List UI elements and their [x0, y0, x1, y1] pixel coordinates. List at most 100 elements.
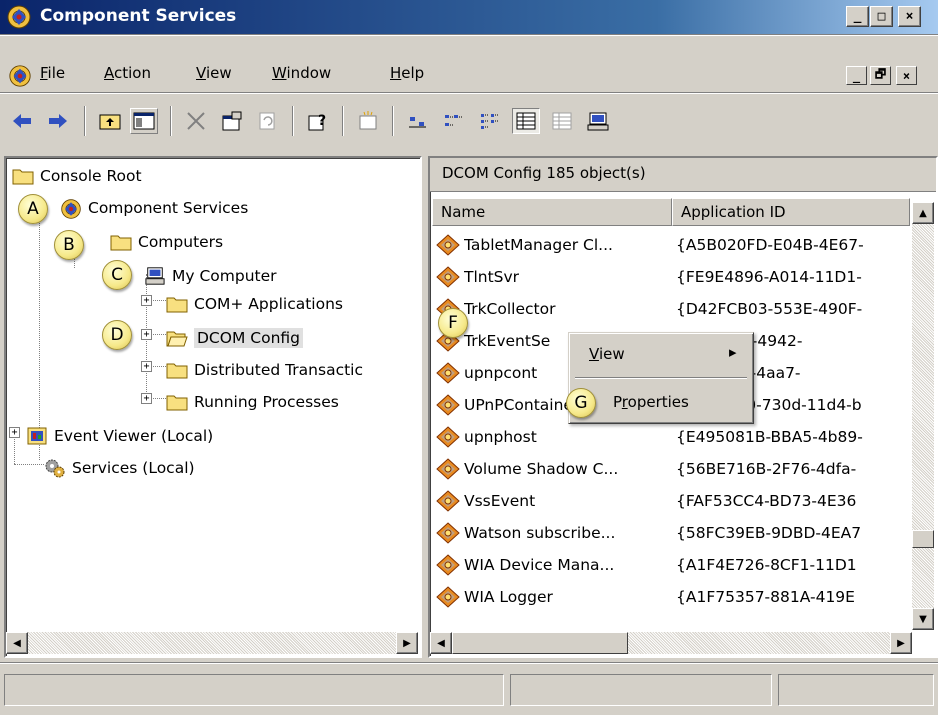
list-cell-application-id: {56BE716B-2F76-4dfa- [676, 460, 857, 478]
tree-item-label: Event Viewer (Local) [54, 427, 214, 445]
menu-file-label: ile [47, 64, 66, 82]
tree-item-component-services[interactable]: Component Services [60, 194, 248, 222]
scroll-right-button[interactable]: ▶ [890, 632, 912, 654]
minimize-button[interactable]: _ [846, 6, 869, 27]
tree-item-label: DCOM Config [194, 328, 303, 348]
menu-help-accel: H [390, 64, 402, 82]
event-viewer-icon [26, 426, 48, 446]
component-services-icon[interactable] [8, 64, 32, 88]
tree-item-running-processes[interactable]: Running Processes [166, 388, 339, 416]
detail-view-icon[interactable] [512, 108, 540, 134]
tree-item-event-viewer[interactable]: Event Viewer (Local) [26, 422, 213, 450]
large-icons-icon[interactable] [404, 108, 432, 134]
list-row[interactable]: TrkCollector {D42FCB03-553E-490F- [436, 294, 916, 324]
list-row[interactable]: Volume Shadow C... {56BE716B-2F76-4dfa- [436, 454, 916, 484]
help-icon[interactable]: ? [304, 108, 332, 134]
expand-icon[interactable]: + [141, 361, 152, 372]
expand-icon[interactable]: + [9, 427, 20, 438]
scroll-down-button[interactable]: ▼ [912, 608, 934, 630]
new-window-icon[interactable] [354, 108, 382, 134]
expand-icon[interactable]: + [141, 393, 152, 404]
tree-item-computers[interactable]: Computers [110, 228, 223, 256]
folder-icon [12, 166, 34, 186]
list-cell-application-id: {D42FCB03-553E-490F- [676, 300, 863, 318]
tree-item-distributed-transaction[interactable]: Distributed Transactic [166, 356, 363, 384]
tree-item-dcom-config[interactable]: DCOM Config [166, 324, 303, 352]
list-header-bar: DCOM Config 185 object(s) [430, 158, 936, 192]
toolbar: ? [0, 96, 938, 146]
context-view-accel: V [589, 345, 599, 363]
menu-file[interactable]: File [40, 64, 65, 82]
list-row[interactable]: upnphost {E495081B-BBA5-4b89- [436, 422, 916, 452]
callout-f: F [438, 308, 468, 338]
expand-icon[interactable]: + [141, 295, 152, 306]
dcom-component-icon [436, 554, 460, 576]
list-view-icon[interactable] [476, 108, 504, 134]
menu-action-accel: A [104, 64, 114, 82]
context-menu-view[interactable]: View [589, 345, 625, 363]
up-folder-icon[interactable] [96, 108, 124, 134]
divider [0, 34, 938, 36]
mdi-close-button[interactable]: × [896, 66, 917, 85]
folder-icon [166, 360, 188, 380]
list-row[interactable]: TlntSvr {FE9E4896-A014-11D1- [436, 262, 916, 292]
list-row[interactable]: Watson subscribe... {58FC39EB-9DBD-4EA7 [436, 518, 916, 548]
menu-window[interactable]: Window [272, 64, 331, 82]
column-header-application-id[interactable]: Application ID [672, 198, 910, 226]
callout-d: D [102, 320, 132, 350]
list-row[interactable]: VssEvent {FAF53CC4-BD73-4E36 [436, 486, 916, 516]
context-menu-properties[interactable]: Properties [613, 393, 689, 411]
horizontal-scroll-track[interactable] [28, 632, 396, 654]
dcom-component-icon [436, 490, 460, 512]
expand-icon[interactable]: + [141, 329, 152, 340]
computer-icon[interactable] [584, 108, 612, 134]
horizontal-scroll-thumb[interactable] [452, 632, 628, 654]
delete-icon[interactable] [182, 108, 210, 134]
maximize-button[interactable]: □ [870, 6, 893, 27]
scroll-left-button[interactable]: ◀ [6, 632, 28, 654]
scroll-right-button[interactable]: ▶ [396, 632, 418, 654]
close-button[interactable]: × [898, 6, 921, 27]
menu-window-label: indow [286, 64, 332, 82]
list-row[interactable]: TabletManager Cl... {A5B020FD-E04B-4E67- [436, 230, 916, 260]
scroll-left-button[interactable]: ◀ [430, 632, 452, 654]
folder-icon [110, 232, 132, 252]
scroll-up-button[interactable]: ▲ [912, 202, 934, 224]
menu-action[interactable]: Action [104, 64, 151, 82]
forward-arrow-icon[interactable] [44, 108, 72, 134]
mdi-restore-button[interactable]: 🗗 [870, 66, 891, 85]
menu-file-accel: F [40, 64, 48, 82]
properties-icon[interactable] [218, 108, 246, 134]
vertical-scroll-thumb[interactable] [912, 530, 934, 548]
mdi-minimize-button[interactable]: _ [846, 66, 867, 85]
back-arrow-icon[interactable] [8, 108, 36, 134]
menu-action-label: ction [114, 64, 151, 82]
component-services-icon [7, 5, 31, 29]
menu-help[interactable]: Help [390, 64, 424, 82]
menu-bar: File Action View Window Help _ 🗗 × [0, 58, 938, 90]
tree-item-my-computer[interactable]: My Computer [144, 262, 277, 290]
tree-pane[interactable]: Console Root Component Services Computer… [4, 156, 422, 658]
status-panel-1 [4, 674, 504, 706]
callout-c: C [102, 260, 132, 290]
list-cell-application-id: {FAF53CC4-BD73-4E36 [676, 492, 857, 510]
list-row[interactable]: WIA Device Mana... {A1F4E726-8CF1-11D1 [436, 550, 916, 580]
vertical-scroll-track[interactable] [912, 224, 934, 608]
tree-line [14, 464, 44, 465]
divider [0, 92, 938, 94]
status-view-icon[interactable] [548, 108, 576, 134]
dcom-component-icon [436, 522, 460, 544]
tree-item-console-root[interactable]: Console Root [12, 162, 142, 190]
title-bar[interactable]: Component Services _ □ × [0, 0, 938, 34]
list-cell-name: VssEvent [464, 492, 536, 510]
list-cell-name: Volume Shadow C... [464, 460, 619, 478]
show-hide-tree-icon[interactable] [130, 108, 158, 134]
tree-item-com-applications[interactable]: COM+ Applications [166, 290, 343, 318]
column-header-name[interactable]: Name [432, 198, 672, 226]
small-icons-icon[interactable] [440, 108, 468, 134]
menu-view[interactable]: View [196, 64, 232, 82]
list-cell-name: Watson subscribe... [464, 524, 616, 542]
list-row[interactable]: WIA Logger {A1F75357-881A-419E [436, 582, 916, 612]
tree-item-services[interactable]: Services (Local) [44, 454, 195, 482]
refresh-icon[interactable] [254, 108, 282, 134]
